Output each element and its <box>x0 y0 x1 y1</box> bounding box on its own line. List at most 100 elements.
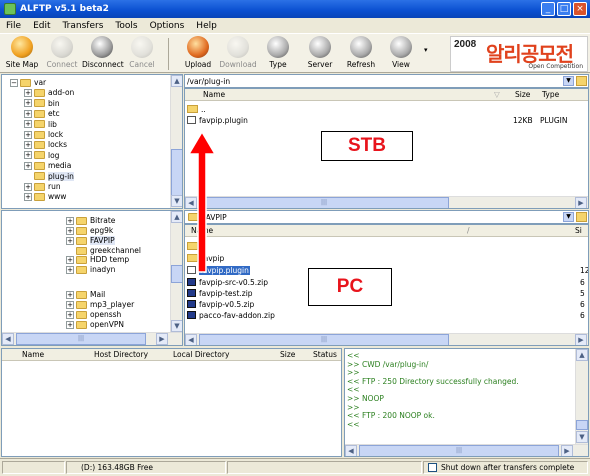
close-button[interactable]: × <box>573 2 587 16</box>
scroll-left-icon[interactable]: ◀ <box>2 333 14 345</box>
scroll-up-icon[interactable]: ▲ <box>171 211 182 223</box>
server-button[interactable]: Server <box>300 36 340 69</box>
remote-tree-scrollbar[interactable]: ▲ ▼ <box>170 75 182 208</box>
remote-path-bar[interactable]: /var/plug-in ▼ <box>184 74 589 88</box>
scroll-thumb[interactable]: ||| <box>16 333 146 345</box>
chevron-down-icon[interactable]: ▼ <box>563 76 574 86</box>
shutdown-checkbox[interactable] <box>428 463 437 472</box>
scroll-down-icon[interactable]: ▼ <box>171 195 182 207</box>
scroll-left-icon[interactable]: ◀ <box>185 334 197 345</box>
folder-up-icon[interactable] <box>576 76 587 86</box>
scroll-right-icon[interactable]: ▶ <box>575 334 587 345</box>
tree-item[interactable]: + media <box>24 160 71 171</box>
scroll-thumb[interactable]: ||| <box>199 334 449 345</box>
expander-icon[interactable]: + <box>66 236 74 245</box>
scroll-up-icon[interactable]: ▲ <box>576 349 588 361</box>
disconnect-button[interactable]: Disconnect <box>82 36 124 69</box>
expander-icon[interactable]: + <box>66 320 74 329</box>
tree-item[interactable]: + run <box>24 181 61 192</box>
column-name[interactable]: Name <box>203 90 225 99</box>
tree-item[interactable]: + add-on <box>24 87 74 98</box>
upload-button[interactable]: Upload <box>178 36 218 69</box>
expander-icon[interactable]: + <box>24 130 32 139</box>
view-dropdown-icon[interactable]: ▾ <box>424 46 428 54</box>
queue-col-size[interactable]: Size <box>280 350 295 359</box>
column-size[interactable]: Size <box>515 90 530 99</box>
view-button[interactable]: View <box>381 36 421 69</box>
remote-hscrollbar[interactable]: ◀ ||| ▶ <box>185 196 588 208</box>
log-panel[interactable]: << >> CWD /var/plug-in/>> << FTP : 250 Dir… <box>344 348 589 457</box>
local-file-panel[interactable]: Name / Si ..favpipfavpip.plugin12favpip-… <box>184 224 589 346</box>
remote-file-panel[interactable]: Name ▽ Size Type .. favpip.plugin 12KB PLUG… <box>184 88 589 209</box>
file-row[interactable]: favpip <box>187 253 587 263</box>
file-row[interactable]: pacco-fav-addon.zip 6 <box>187 310 587 320</box>
expander-icon[interactable]: + <box>24 151 32 160</box>
local-hscrollbar[interactable]: ◀ ||| ▶ <box>185 333 588 345</box>
scroll-thumb[interactable]: ||| <box>359 445 559 456</box>
expander-icon[interactable]: + <box>66 265 74 274</box>
minimize-button[interactable]: _ <box>541 2 555 16</box>
expander-icon[interactable]: + <box>24 182 32 191</box>
tree-item[interactable]: + lock <box>24 129 63 140</box>
tree-item[interactable]: + openVPN <box>66 319 124 330</box>
menu-edit[interactable]: Edit <box>27 21 56 31</box>
queue-col-name[interactable]: Name <box>22 350 44 359</box>
expander-icon[interactable]: + <box>66 310 74 319</box>
scroll-up-icon[interactable]: ▲ <box>171 75 182 87</box>
type-button[interactable]: Type <box>258 36 298 69</box>
expander-icon[interactable]: + <box>24 109 32 118</box>
scroll-left-icon[interactable]: ◀ <box>345 445 357 456</box>
expander-icon[interactable]: + <box>24 161 32 170</box>
expander-icon[interactable]: + <box>24 99 32 108</box>
expander-icon[interactable]: + <box>66 255 74 264</box>
tree-item[interactable]: + inadyn <box>66 264 115 275</box>
tree-item[interactable]: − var <box>10 77 46 88</box>
expander-icon[interactable]: + <box>24 88 32 97</box>
tree-item[interactable]: + etc <box>24 108 60 119</box>
local-tree-panel[interactable]: + Bitrate + epg9k + FAVPIP greekchannel + HDD te… <box>1 210 183 346</box>
connect-button[interactable]: Connect <box>42 36 82 69</box>
file-row[interactable]: favpip.plugin 12KB PLUGIN <box>187 115 587 125</box>
maximize-button[interactable]: □ <box>557 2 571 16</box>
column-size[interactable]: Si <box>575 226 582 235</box>
remote-tree-panel[interactable]: − var + add-on + bin + etc + lib + lock + locks + log + m… <box>1 74 183 209</box>
scroll-down-icon[interactable]: ▼ <box>576 431 588 443</box>
folder-up-icon[interactable] <box>576 212 587 222</box>
column-type[interactable]: Type <box>542 90 559 99</box>
menu-tools[interactable]: Tools <box>109 21 143 31</box>
scroll-right-icon[interactable]: ▶ <box>575 197 587 208</box>
file-row[interactable]: .. <box>187 104 587 114</box>
competition-banner[interactable]: 2008 알리공모전 Open Competition <box>450 36 588 72</box>
expander-icon[interactable]: + <box>24 120 32 129</box>
tree-item[interactable]: plug-in <box>24 171 74 182</box>
tree-item[interactable]: + locks <box>24 139 67 150</box>
shutdown-option[interactable]: Shut down after transfers complete <box>423 461 588 474</box>
expander-icon[interactable]: + <box>24 140 32 149</box>
expander-icon[interactable]: + <box>66 216 74 225</box>
chevron-down-icon[interactable]: ▼ <box>563 212 574 222</box>
log-hscrollbar[interactable]: ◀ ||| ▶ <box>345 444 588 456</box>
expander-icon[interactable]: + <box>24 192 32 201</box>
expander-icon[interactable]: + <box>66 300 74 309</box>
menu-file[interactable]: File <box>0 21 27 31</box>
download-button[interactable]: Download <box>218 36 258 69</box>
local-path-bar[interactable]: FAVPIP ▼ <box>184 210 589 224</box>
refresh-button[interactable]: Refresh <box>341 36 381 69</box>
remote-path[interactable]: /var/plug-in <box>185 77 230 86</box>
local-tree-scrollbar[interactable]: ▲ ▼ <box>170 211 182 333</box>
scroll-down-icon[interactable]: ▼ <box>171 320 182 332</box>
expander-icon[interactable]: + <box>66 226 74 235</box>
scroll-right-icon[interactable]: ▶ <box>156 333 168 345</box>
expander-icon[interactable]: + <box>66 290 74 299</box>
scroll-thumb[interactable]: ||| <box>199 197 449 208</box>
tree-item[interactable]: + log <box>24 150 59 161</box>
cancel-button[interactable]: Cancel <box>122 36 162 69</box>
log-scrollbar[interactable]: ▲ ▼ <box>575 349 588 444</box>
local-tree-hscrollbar[interactable]: ◀ ||| ▶ <box>2 332 182 345</box>
scroll-thumb[interactable] <box>171 265 182 283</box>
scroll-thumb[interactable] <box>576 420 588 430</box>
tree-item[interactable]: + bin <box>24 98 60 109</box>
scroll-thumb[interactable] <box>171 149 182 197</box>
scroll-right-icon[interactable]: ▶ <box>561 445 573 456</box>
file-row[interactable]: .. <box>187 241 587 251</box>
